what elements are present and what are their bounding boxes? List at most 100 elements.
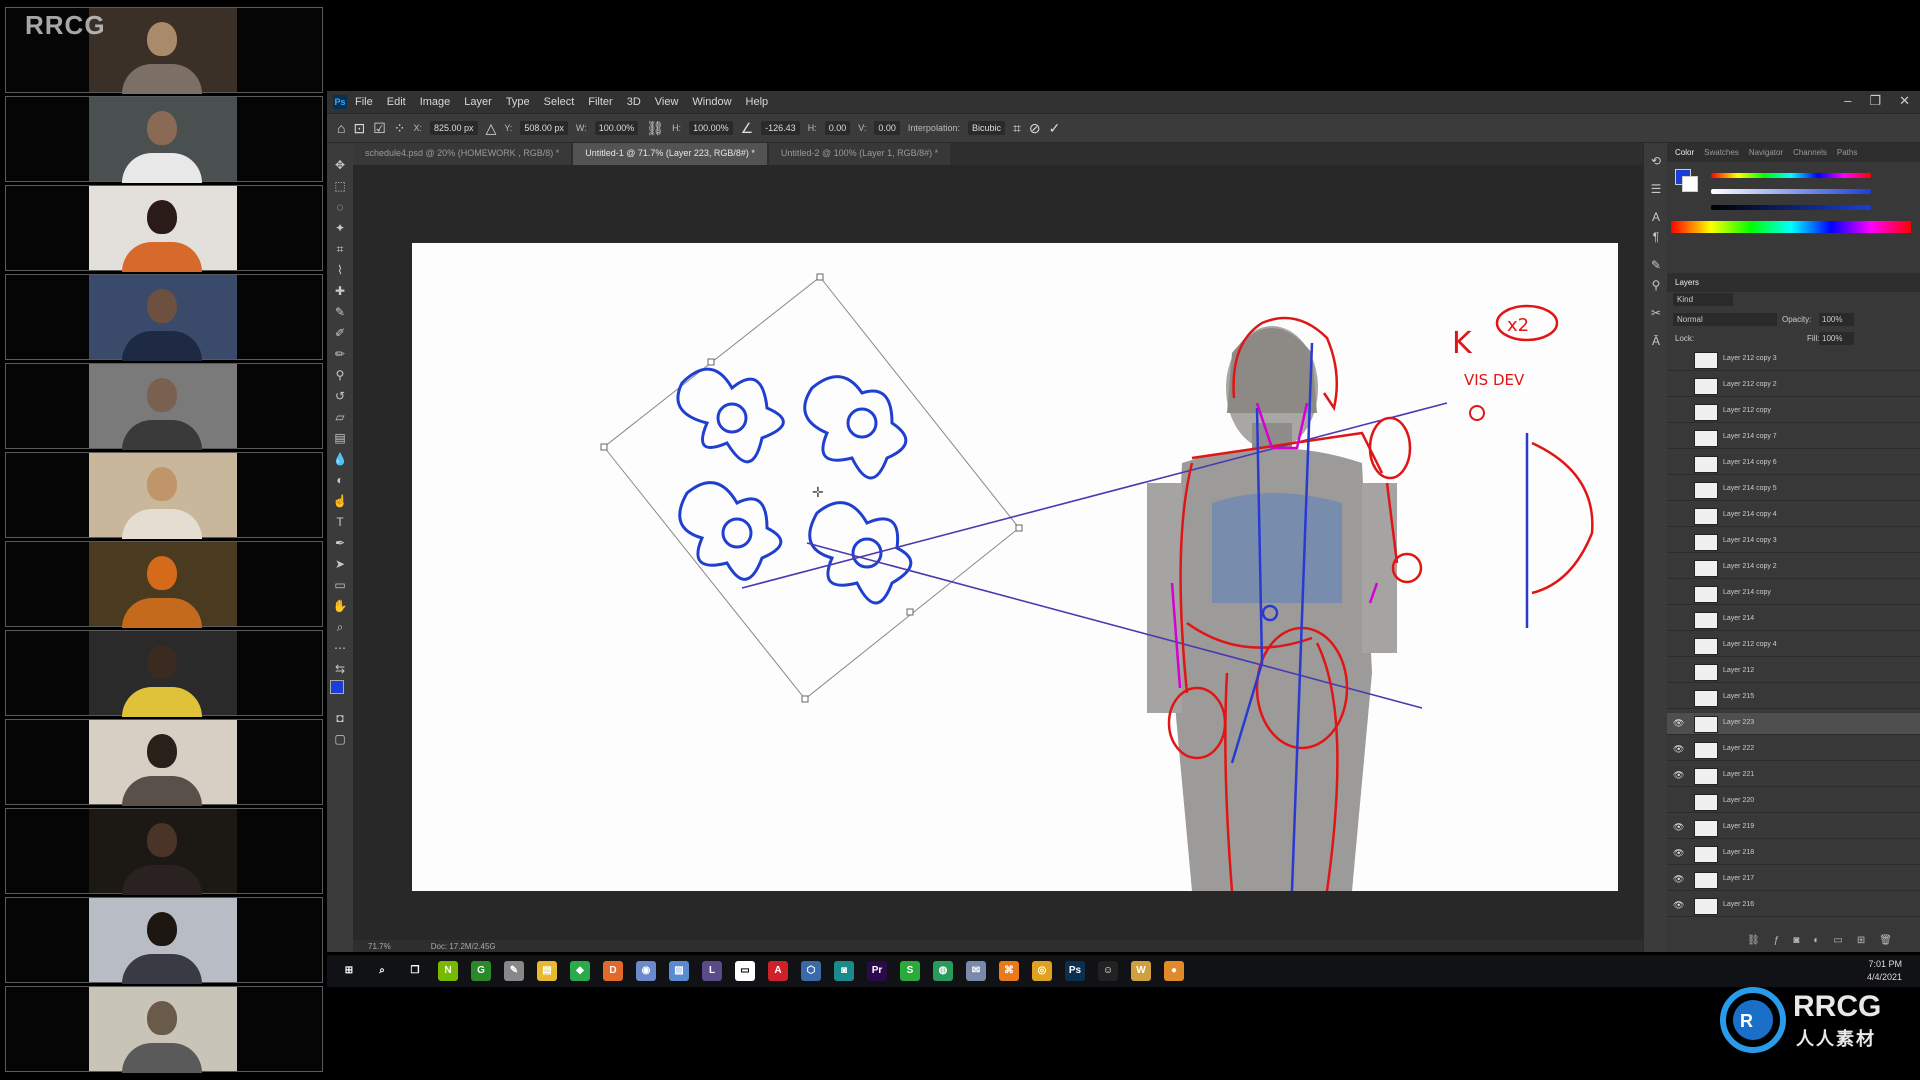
- menu-image[interactable]: Image: [420, 96, 451, 108]
- visibility-eye-icon[interactable]: [1673, 588, 1683, 598]
- participant-tile[interactable]: [5, 185, 323, 272]
- layer-row[interactable]: Layer 214 copy 7: [1667, 427, 1920, 449]
- chrome-icon[interactable]: ◎: [1032, 961, 1052, 981]
- layer-row[interactable]: Layer 212 copy 2: [1667, 375, 1920, 397]
- layer-name[interactable]: Layer 214 copy 6: [1723, 459, 1777, 466]
- blur-tool-icon[interactable]: 💧: [332, 451, 348, 467]
- cat-app-icon[interactable]: ☺: [1098, 961, 1118, 981]
- magic-wand-tool-icon[interactable]: ✦: [332, 220, 348, 236]
- layer-row[interactable]: Layer 214 copy 6: [1667, 453, 1920, 475]
- layer-name[interactable]: Layer 212 copy 3: [1723, 355, 1777, 362]
- visibility-eye-icon[interactable]: [1673, 380, 1683, 390]
- hue-slider[interactable]: [1711, 173, 1871, 178]
- layer-row[interactable]: Layer 214 copy 5: [1667, 479, 1920, 501]
- visibility-eye-icon[interactable]: 👁: [1673, 770, 1684, 780]
- acrobat-icon[interactable]: A: [768, 961, 788, 981]
- premiere-icon[interactable]: Pr: [867, 961, 887, 981]
- type-tool-icon[interactable]: T: [332, 514, 348, 530]
- rectangle-tool-icon[interactable]: ▭: [332, 577, 348, 593]
- layer-name[interactable]: Layer 223: [1723, 719, 1754, 726]
- visibility-eye-icon[interactable]: [1673, 458, 1683, 468]
- mixer-brush-icon[interactable]: ✐: [332, 325, 348, 341]
- menu-filter[interactable]: Filter: [588, 96, 612, 108]
- search-icon[interactable]: ⌕: [372, 961, 392, 981]
- nvidia-icon[interactable]: N: [438, 961, 458, 981]
- visibility-eye-icon[interactable]: [1673, 536, 1683, 546]
- character-panel-icon[interactable]: A: [1648, 209, 1664, 225]
- photoshop-logo-icon[interactable]: Ps: [333, 95, 347, 109]
- layer-row[interactable]: Layer 214 copy 2: [1667, 557, 1920, 579]
- layer-name[interactable]: Layer 215: [1723, 693, 1754, 700]
- sketchbook-icon[interactable]: ◆: [570, 961, 590, 981]
- visibility-eye-icon[interactable]: 👁: [1673, 822, 1684, 832]
- visibility-eye-icon[interactable]: 👁: [1673, 874, 1684, 884]
- hand-tool-icon[interactable]: ✋: [332, 598, 348, 614]
- participant-tile[interactable]: [5, 986, 323, 1073]
- delete-layer-icon[interactable]: 🗑: [1879, 935, 1892, 946]
- layer-name[interactable]: Layer 214 copy 3: [1723, 537, 1777, 544]
- x-position-field[interactable]: 825.00 px: [430, 121, 478, 135]
- screen-mode-icon[interactable]: ▢: [332, 731, 348, 747]
- menu-3d[interactable]: 3D: [627, 96, 641, 108]
- zoom-tool-icon[interactable]: ⌕: [332, 619, 348, 635]
- visibility-eye-icon[interactable]: [1673, 484, 1683, 494]
- layer-style-icon[interactable]: ƒ: [1774, 935, 1780, 946]
- restore-icon[interactable]: ❐: [1869, 93, 1881, 109]
- quick-mask-icon[interactable]: ◘: [332, 710, 348, 726]
- discord-icon[interactable]: D: [603, 961, 623, 981]
- layer-name[interactable]: Layer 214 copy: [1723, 589, 1771, 596]
- task-view-icon[interactable]: ❐: [405, 961, 425, 981]
- history-brush-icon[interactable]: ↺: [332, 388, 348, 404]
- s-app-icon[interactable]: S: [900, 961, 920, 981]
- y-position-field[interactable]: 508.00 px: [520, 121, 568, 135]
- tab-color[interactable]: Color: [1675, 148, 1694, 157]
- link-layers-icon[interactable]: ⛓: [1747, 935, 1760, 946]
- transform-preset-icon[interactable]: ⊡: [353, 120, 365, 137]
- new-layer-icon[interactable]: ⊞: [1857, 935, 1865, 946]
- game-app-icon[interactable]: ◙: [834, 961, 854, 981]
- visibility-eye-icon[interactable]: [1673, 640, 1683, 650]
- layer-row[interactable]: 👁 Layer 218: [1667, 843, 1920, 865]
- layer-name[interactable]: Layer 221: [1723, 771, 1754, 778]
- warp-icon[interactable]: ⌗: [1013, 120, 1021, 137]
- mail-app-icon[interactable]: ✉: [966, 961, 986, 981]
- zoom-level[interactable]: 71.7%: [368, 942, 391, 951]
- color-panel-background[interactable]: [1682, 176, 1698, 192]
- w-app-icon[interactable]: W: [1131, 961, 1151, 981]
- pen-tool-icon[interactable]: ✒: [332, 535, 348, 551]
- layer-name[interactable]: Layer 218: [1723, 849, 1754, 856]
- interpolation-select[interactable]: Bicubic: [967, 121, 1005, 135]
- layer-row[interactable]: 👁 Layer 221: [1667, 765, 1920, 787]
- layer-name[interactable]: Layer 212: [1723, 667, 1754, 674]
- participant-tile[interactable]: [5, 630, 323, 717]
- layer-row[interactable]: Layer 212 copy 3: [1667, 349, 1920, 371]
- participant-tile[interactable]: [5, 808, 323, 895]
- participant-tile[interactable]: [5, 719, 323, 806]
- geforce-icon[interactable]: G: [471, 961, 491, 981]
- visibility-eye-icon[interactable]: 👁: [1673, 900, 1684, 910]
- swap-colors-icon[interactable]: ⇆: [332, 661, 348, 677]
- tab-schedule4[interactable]: schedule4.psd @ 20% (HOMEWORK , RGB/8) *: [353, 143, 572, 165]
- visibility-eye-icon[interactable]: 👁: [1673, 718, 1684, 728]
- layer-name[interactable]: Layer 212 copy 4: [1723, 641, 1777, 648]
- blender-icon[interactable]: ⌘: [999, 961, 1019, 981]
- path-selection-icon[interactable]: ➤: [332, 556, 348, 572]
- add-mask-icon[interactable]: ◙: [1793, 935, 1799, 946]
- dodge-tool-icon[interactable]: ◐: [332, 472, 348, 488]
- participant-tile[interactable]: [5, 452, 323, 539]
- menu-type[interactable]: Type: [506, 96, 530, 108]
- notes-app-icon[interactable]: ▨: [669, 961, 689, 981]
- blender-like-icon[interactable]: ◉: [636, 961, 656, 981]
- pencil-tool-icon[interactable]: ✏: [332, 346, 348, 362]
- live-app-icon[interactable]: L: [702, 961, 722, 981]
- menu-help[interactable]: Help: [746, 96, 769, 108]
- glyphs-panel-icon[interactable]: Ā: [1648, 333, 1664, 349]
- menu-window[interactable]: Window: [692, 96, 731, 108]
- clone-stamp-icon[interactable]: ⚲: [332, 367, 348, 383]
- visibility-eye-icon[interactable]: [1673, 796, 1683, 806]
- layer-row[interactable]: Layer 220: [1667, 791, 1920, 813]
- menu-edit[interactable]: Edit: [387, 96, 406, 108]
- visibility-eye-icon[interactable]: [1673, 432, 1683, 442]
- fill-field[interactable]: 100%: [1819, 332, 1854, 345]
- tab-untitled-1[interactable]: Untitled-1 @ 71.7% (Layer 223, RGB/8#) *: [573, 143, 767, 165]
